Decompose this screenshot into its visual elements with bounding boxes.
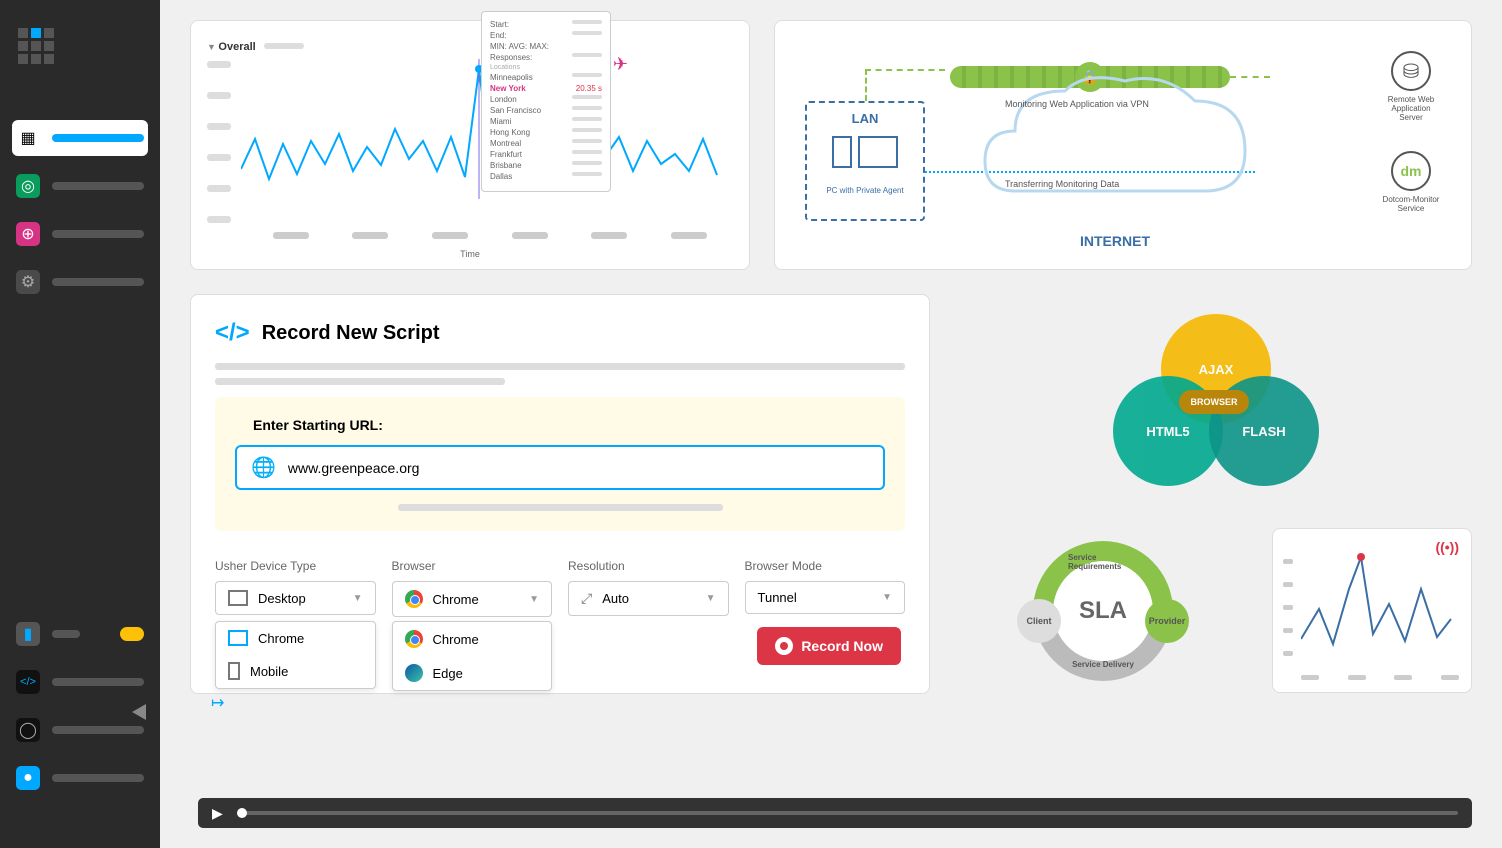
chevron-down-icon: ▼ <box>353 593 363 604</box>
chrome-icon <box>405 630 423 648</box>
device-option-chrome[interactable]: Chrome <box>216 622 375 654</box>
resolution-col: Resolution ⤢Auto▼ <box>568 559 729 617</box>
device-dropdown: Chrome Mobile <box>215 621 376 689</box>
device-select[interactable]: Desktop▼ <box>215 581 376 615</box>
globe-icon: ⊕ <box>16 222 40 246</box>
user-icon: ● <box>16 766 40 790</box>
chart-tooltip: Start: End: MIN: AVG: MAX: Responses: Lo… <box>481 11 611 192</box>
y-axis <box>207 61 231 247</box>
sla-provider: Provider <box>1145 599 1189 643</box>
resolution-select[interactable]: ⤢Auto▼ <box>568 581 729 616</box>
sla-diagram: SLA Service Requirements Service Deliver… <box>954 528 1252 693</box>
video-playbar[interactable]: ▶ <box>198 798 1472 828</box>
nav-web[interactable]: ⊕ <box>12 216 148 252</box>
database-icon: ⛁ <box>1391 51 1431 91</box>
gear-icon: ⚙ <box>16 270 40 294</box>
browser-option-chrome[interactable]: Chrome <box>393 622 552 656</box>
browser-col: Browser Chrome▼ Chrome Edge <box>392 559 553 617</box>
monitor-icon <box>228 630 248 646</box>
url-section: Enter Starting URL: 🌐 www.greenpeace.org <box>215 397 905 531</box>
nav-battery[interactable]: ▮ <box>12 616 148 652</box>
mini-line-chart <box>1301 549 1461 659</box>
dm-service: dm Dotcom-MonitorService <box>1381 151 1441 213</box>
browser-option-edge[interactable]: Edge <box>393 656 552 690</box>
edge-icon <box>405 664 423 682</box>
mobile-icon <box>228 662 240 680</box>
network-diagram-card: LAN PC with Private Agent 🔒 INTERNET Mon… <box>774 20 1472 270</box>
record-icon <box>775 637 793 655</box>
circle-icon: ◯ <box>16 718 40 742</box>
nav-targets[interactable]: ◎ <box>12 168 148 204</box>
venn-diagram: AJAX HTML5 FLASH BROWSER <box>954 294 1472 504</box>
battery-icon: ▮ <box>16 622 40 646</box>
nav-dashboard[interactable]: ▦ <box>12 120 148 156</box>
speaker-icon <box>132 704 146 720</box>
code-icon: </> <box>16 670 40 694</box>
mode-col: Browser Mode Tunnel▼ <box>745 559 906 617</box>
badge <box>120 627 144 641</box>
record-script-card: </> Record New Script Enter Starting URL… <box>190 294 930 694</box>
x-axis-label: Time <box>460 249 480 259</box>
arrow-right-icon: ↦ <box>211 693 224 713</box>
sidebar: ▦ ◎ ⊕ ⚙ ▮ </> ◯ ● <box>0 0 160 848</box>
url-input[interactable]: 🌐 www.greenpeace.org <box>235 445 885 490</box>
nav-scripts[interactable]: </> <box>12 664 148 700</box>
venn-browser: BROWSER <box>1179 390 1249 414</box>
dm-icon: dm <box>1391 151 1431 191</box>
remote-server: ⛁ Remote WebApplication Server <box>1381 51 1441 122</box>
url-label: Enter Starting URL: <box>253 417 885 433</box>
code-bracket-icon: </> <box>215 319 250 347</box>
expand-icon: ⤢ <box>581 590 592 607</box>
progress-bar[interactable] <box>237 811 1458 815</box>
mode-select[interactable]: Tunnel▼ <box>745 581 906 614</box>
target-icon: ◎ <box>16 174 40 198</box>
monitor-icon <box>228 590 248 606</box>
device-option-mobile[interactable]: Mobile <box>216 654 375 688</box>
send-icon: ✈ <box>613 54 628 75</box>
url-value: www.greenpeace.org <box>288 460 420 476</box>
nav-user[interactable]: ● <box>12 760 148 796</box>
app-logo <box>18 28 54 64</box>
device-type-col: Usher Device Type Desktop▼ ↦ Chrome Mobi… <box>215 559 376 617</box>
browser-dropdown: Chrome Edge <box>392 621 553 691</box>
globe-icon: 🌐 <box>251 455 276 480</box>
nav-top: ▦ ◎ ⊕ ⚙ <box>12 120 148 312</box>
dashboard-icon: ▦ <box>16 126 40 150</box>
chart-title: Overall <box>207 41 256 53</box>
nav-status[interactable]: ◯ <box>12 712 148 748</box>
sla-client: Client <box>1017 599 1061 643</box>
play-icon[interactable]: ▶ <box>212 805 223 822</box>
record-title: Record New Script <box>262 322 440 345</box>
internet-label: INTERNET <box>1080 233 1150 249</box>
chrome-icon <box>405 590 423 608</box>
nav-settings[interactable]: ⚙ <box>12 264 148 300</box>
mini-chart-card: ((•)) <box>1272 528 1472 693</box>
lan-box: LAN PC with Private Agent <box>805 101 925 221</box>
internet-cloud <box>965 51 1265 251</box>
overall-chart-card: Overall Start: End: MIN: AVG: MAX: Respo… <box>190 20 750 270</box>
browser-select[interactable]: Chrome▼ <box>392 581 553 617</box>
nav-bottom: ▮ </> ◯ ● <box>12 616 148 808</box>
record-now-button[interactable]: Record Now <box>757 627 901 665</box>
